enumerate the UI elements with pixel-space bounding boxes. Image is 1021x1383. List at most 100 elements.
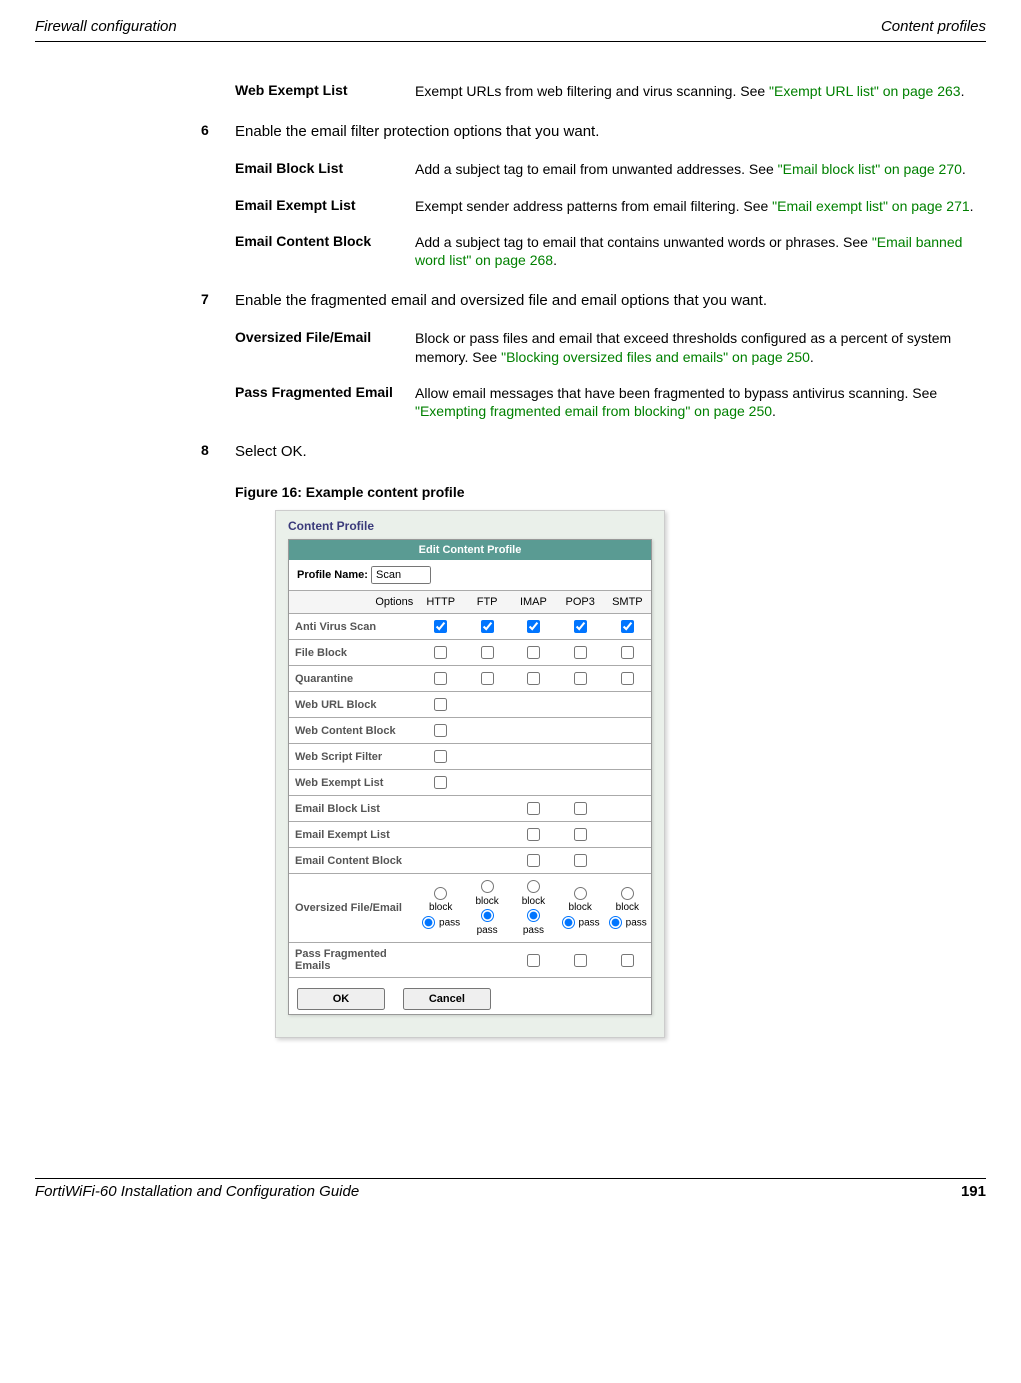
option-checkbox[interactable] [574,854,587,867]
option-checkbox[interactable] [574,672,587,685]
figure-content-profile: Content Profile Edit Content Profile Pro… [275,510,665,1038]
option-cell [604,796,651,822]
table-row: Email Exempt List [289,822,651,848]
option-checkbox[interactable] [527,620,540,633]
pass-radio[interactable] [562,916,575,929]
option-checkbox[interactable] [574,620,587,633]
option-checkbox[interactable] [527,646,540,659]
footer-rule [35,1178,986,1179]
def-text-b: . [772,403,776,419]
profile-name-row: Profile Name: [289,560,651,591]
option-checkbox[interactable] [527,802,540,815]
table-row: Oversized File/Email block pass block pa… [289,874,651,943]
pass-label: pass [436,918,460,929]
cancel-button[interactable]: Cancel [403,988,491,1010]
option-checkbox[interactable] [481,672,494,685]
header-left: Firewall configuration [35,18,177,35]
option-checkbox[interactable] [527,672,540,685]
option-cell [510,822,557,848]
option-checkbox[interactable] [481,646,494,659]
link-ref[interactable]: "Email exempt list" on page 271 [772,198,970,214]
pass-label: pass [623,918,647,929]
step-text-6: Enable the email filter protection optio… [235,122,599,142]
option-checkbox[interactable] [434,750,447,763]
option-checkbox[interactable] [574,646,587,659]
option-cell [510,692,557,718]
option-checkbox[interactable] [621,646,634,659]
header-rule [35,41,986,42]
option-cell [417,744,464,770]
option-cell [417,848,464,874]
option-checkbox[interactable] [574,828,587,841]
option-checkbox[interactable] [574,954,587,967]
option-checkbox[interactable] [434,724,447,737]
block-radio[interactable] [434,887,447,900]
link-ref[interactable]: "Exempting fragmented email from blockin… [415,403,772,419]
table-row: File Block [289,640,651,666]
option-cell [464,822,510,848]
figure-caption: Figure 16: Example content profile [235,484,981,500]
pass-radio[interactable] [609,916,622,929]
ok-button[interactable]: OK [297,988,385,1010]
option-cell: block pass [604,874,651,943]
option-checkbox[interactable] [434,620,447,633]
option-checkbox[interactable] [574,802,587,815]
option-checkbox[interactable] [434,776,447,789]
option-cell [557,692,604,718]
pass-radio[interactable] [481,909,494,922]
block-radio[interactable] [621,887,634,900]
block-radio[interactable] [481,880,494,893]
option-cell [557,666,604,692]
col-http: HTTP [417,591,464,614]
block-radio[interactable] [527,880,540,893]
pass-label: pass [477,925,498,936]
option-cell [604,770,651,796]
pass-radio[interactable] [422,916,435,929]
option-cell [557,848,604,874]
option-checkbox[interactable] [527,854,540,867]
option-checkbox[interactable] [621,620,634,633]
block-pass-group: block pass [421,886,460,930]
option-cell [464,718,510,744]
link-exempt-url[interactable]: "Exempt URL list" on page 263 [769,83,961,99]
option-checkbox[interactable] [434,698,447,711]
option-label: Anti Virus Scan [289,614,417,640]
def-text-a: Add a subject tag to email that contains… [415,234,872,250]
block-pass-group: block pass [514,879,553,937]
option-cell [417,770,464,796]
option-cell [417,796,464,822]
option-checkbox[interactable] [621,954,634,967]
table-row: Quarantine [289,666,651,692]
option-cell [510,666,557,692]
def-term: Oversized File/Email [235,329,415,365]
def-text-a: Add a subject tag to email from unwanted… [415,161,778,177]
def-text-b: . [962,161,966,177]
option-checkbox[interactable] [527,954,540,967]
step-num-7: 7 [201,291,235,311]
table-row: Web Content Block [289,718,651,744]
option-cell [464,848,510,874]
option-label: Web Exempt List [289,770,417,796]
block-radio[interactable] [574,887,587,900]
option-label: Oversized File/Email [289,874,417,943]
option-cell [604,943,651,978]
pass-radio[interactable] [527,909,540,922]
table-row: Web Exempt List [289,770,651,796]
option-checkbox[interactable] [621,672,634,685]
profile-name-label: Profile Name: [297,569,368,581]
option-cell [510,614,557,640]
option-cell [510,943,557,978]
def-text-a: Exempt sender address patterns from emai… [415,198,772,214]
link-ref[interactable]: "Blocking oversized files and emails" on… [501,349,810,365]
frag-def-row: Oversized File/EmailBlock or pass files … [235,329,981,365]
option-label: Web Content Block [289,718,417,744]
option-label: File Block [289,640,417,666]
link-ref[interactable]: "Email block list" on page 270 [778,161,962,177]
option-checkbox[interactable] [481,620,494,633]
option-cell [417,640,464,666]
def-desc: Add a subject tag to email that contains… [415,233,981,269]
option-checkbox[interactable] [434,646,447,659]
profile-name-input[interactable] [371,566,431,584]
option-checkbox[interactable] [527,828,540,841]
option-checkbox[interactable] [434,672,447,685]
